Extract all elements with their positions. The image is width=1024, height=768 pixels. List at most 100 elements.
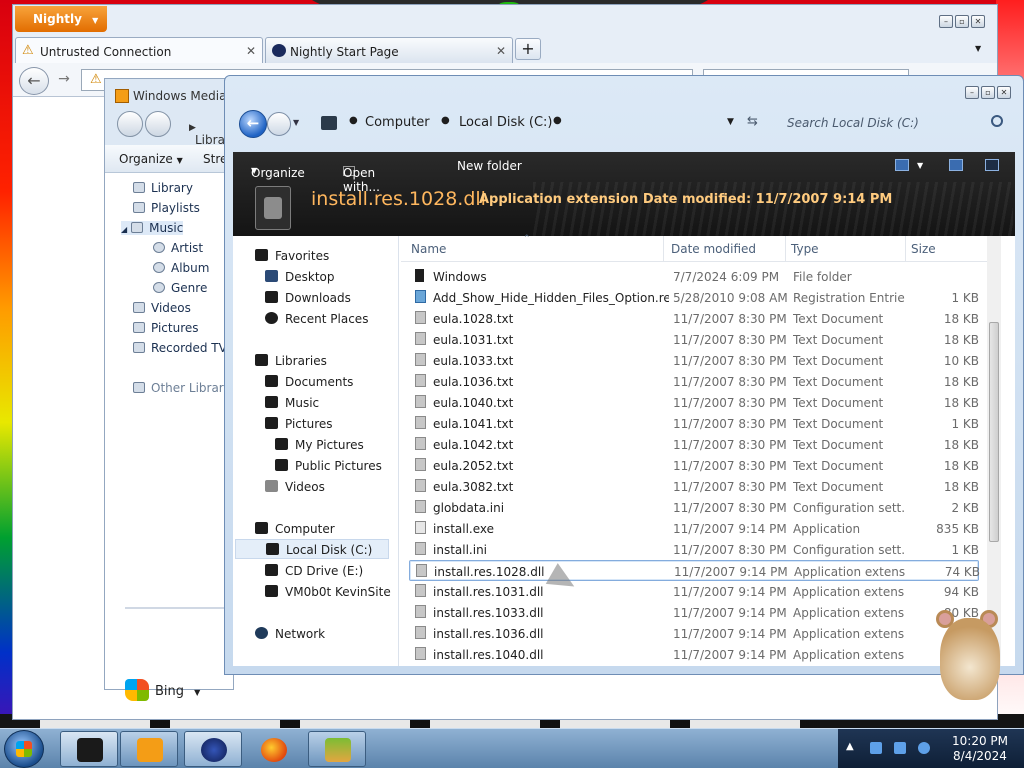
file-row[interactable]: install.res.1036.dll 11/7/2007 9:14 PM App… (409, 623, 979, 644)
file-row[interactable]: eula.3082.txt 11/7/2007 8:30 PM Text Docum… (409, 476, 979, 497)
taskbar-nightly[interactable] (184, 731, 242, 767)
close-tab-icon[interactable]: ✕ (496, 44, 506, 58)
preview-pane-icon[interactable] (949, 159, 963, 171)
address-dropdown-icon[interactable]: ▼ (727, 117, 734, 127)
file-row[interactable]: eula.2052.txt 11/7/2007 8:30 PM Text Docum… (409, 455, 979, 476)
media-nav-genre[interactable]: Genre (153, 281, 207, 295)
desktop-icon (265, 270, 278, 282)
file-row[interactable]: install.ini 11/7/2007 8:30 PM Configuratio… (409, 539, 979, 560)
clock[interactable]: 10:20 PM 8/4/2024 (942, 734, 1018, 764)
tab-nightly-start-page[interactable]: Nightly Start Page ✕ (265, 37, 513, 63)
file-row[interactable]: globdata.ini 11/7/2007 8:30 PM Configurati… (409, 497, 979, 518)
column-headers: Name ⌃ Date modified Type Size (401, 234, 1001, 262)
media-nav-artist[interactable]: Artist (153, 241, 203, 255)
minimize-button[interactable]: – (965, 86, 979, 99)
taskbar-hamster-app[interactable] (308, 731, 366, 767)
media-nav-album[interactable]: Album (153, 261, 209, 275)
maximize-button[interactable]: ▫ (981, 86, 995, 99)
file-row[interactable]: install.res.1031.dll 11/7/2007 9:14 PM App… (409, 581, 979, 602)
file-row[interactable]: install.res.1033.dll 11/7/2007 9:14 PM App… (409, 602, 979, 623)
column-type[interactable]: Type (791, 242, 819, 256)
nav-local-disk[interactable]: Local Disk (C:) (235, 539, 389, 559)
new-tab-button[interactable]: + (515, 38, 541, 60)
tab-untrusted-connection[interactable]: ⚠ Untrusted Connection ✕ (15, 37, 263, 63)
minimize-button[interactable]: – (939, 15, 953, 28)
forward-button[interactable]: → (53, 71, 75, 91)
refresh-icon[interactable]: ⇆ (747, 114, 758, 129)
new-folder-button[interactable]: New folder (457, 159, 522, 173)
nav-label: Downloads (285, 291, 351, 305)
media-nav-library[interactable]: Library (133, 181, 193, 195)
file-row[interactable]: eula.1033.txt 11/7/2007 8:30 PM Text Docum… (409, 350, 979, 371)
breadcrumb-separator-icon: ● (349, 115, 358, 126)
file-name: eula.1031.txt (433, 333, 514, 347)
chevron-down-icon[interactable]: ▼ (917, 161, 923, 170)
column-name[interactable]: Name (411, 242, 446, 256)
search-icon[interactable] (991, 115, 1003, 127)
file-row[interactable]: Windows 7/7/2024 6:09 PM File folder (409, 266, 979, 287)
explorer-window: – ▫ ✕ ← ▼ ● Computer ● Local Disk (C:) ●… (224, 75, 1024, 675)
column-size[interactable]: Size (911, 242, 936, 256)
taskbar-explorer[interactable] (60, 731, 118, 767)
column-divider[interactable] (905, 236, 906, 262)
file-row[interactable]: eula.1028.txt 11/7/2007 8:30 PM Text Docum… (409, 308, 979, 329)
volume-tray-icon[interactable] (918, 742, 930, 754)
organize-label: Organize (119, 152, 173, 166)
media-nav-videos[interactable]: Videos (133, 301, 191, 315)
file-row[interactable]: eula.1042.txt 11/7/2007 8:30 PM Text Docum… (409, 434, 979, 455)
forward-button[interactable] (267, 112, 291, 136)
breadcrumb-local-disk[interactable]: Local Disk (C:) (459, 115, 552, 130)
file-type: Text Document (793, 354, 884, 368)
recent-pages-icon[interactable]: ▼ (293, 118, 299, 127)
file-type: Text Document (793, 459, 884, 473)
file-row[interactable]: eula.1036.txt 11/7/2007 8:30 PM Text Docum… (409, 371, 979, 392)
hamster-app-icon (325, 738, 351, 762)
close-button[interactable]: ✕ (971, 15, 985, 28)
column-divider[interactable] (785, 236, 786, 262)
file-size: 18 KB (943, 438, 979, 452)
close-button[interactable]: ✕ (997, 86, 1011, 99)
media-nav-music[interactable]: ◢ Music (121, 221, 184, 235)
network-tray-icon[interactable] (894, 742, 906, 754)
bing-search[interactable]: Bing ▼ (125, 679, 200, 701)
back-button[interactable]: ← (19, 67, 49, 95)
media-library-nav: Library Playlists ◢ Music Artist Album Ge… (105, 173, 241, 701)
media-nav-playlists[interactable]: Playlists (133, 201, 200, 215)
change-view-icon[interactable] (895, 159, 909, 171)
file-row[interactable]: Add_Show_Hide_Hidden_Files_Option.reg 5/2… (409, 287, 979, 308)
file-row[interactable]: install.exe 11/7/2007 9:14 PM Application 8… (409, 518, 979, 539)
column-date-modified[interactable]: Date modified (671, 242, 756, 256)
file-row[interactable]: install.res.1028.dll 11/7/2007 9:14 PM App… (409, 560, 980, 581)
tray-app-icon[interactable] (870, 742, 882, 754)
back-button[interactable] (117, 111, 143, 137)
file-date-modified: 11/7/2007 8:30 PM (673, 501, 787, 515)
file-name: eula.1042.txt (433, 438, 514, 452)
start-button[interactable] (4, 730, 44, 768)
organize-button[interactable]: Organize ▼ (119, 152, 183, 166)
close-tab-icon[interactable]: ✕ (246, 44, 256, 58)
breadcrumb-computer[interactable]: Computer (365, 115, 430, 130)
file-row[interactable]: eula.1031.txt 11/7/2007 8:30 PM Text Docum… (409, 329, 979, 350)
back-button[interactable]: ← (239, 110, 267, 138)
file-row[interactable]: eula.1040.txt 11/7/2007 8:30 PM Text Docum… (409, 392, 979, 413)
file-row[interactable]: eula.1041.txt 11/7/2007 8:30 PM Text Docum… (409, 413, 979, 434)
file-type: Text Document (793, 480, 884, 494)
media-nav-recorded-tv[interactable]: Recorded TV (133, 341, 227, 355)
forward-button[interactable] (145, 111, 171, 137)
tab-list-icon[interactable]: ▼ (975, 44, 981, 53)
search-input[interactable]: Search Local Disk (C:) (777, 110, 1009, 136)
folder-icon (275, 438, 288, 450)
maximize-button[interactable]: ▫ (955, 15, 969, 28)
scrollbar-thumb[interactable] (989, 322, 999, 542)
file-name: eula.1041.txt (433, 417, 514, 431)
media-nav-pictures[interactable]: Pictures (133, 321, 199, 335)
show-hidden-icons-icon[interactable]: ▲ (846, 741, 854, 752)
file-row[interactable]: install.res.1040.dll 11/7/2007 9:14 PM App… (409, 644, 979, 665)
taskbar-media-player[interactable] (120, 731, 178, 767)
column-divider[interactable] (663, 236, 664, 262)
breadcrumb[interactable]: ● Computer ● Local Disk (C:) ● ▼ ⇆ (313, 110, 783, 136)
taskbar-firefox[interactable] (244, 731, 302, 767)
file-size: 1 KB (951, 417, 979, 431)
nightly-menu-button[interactable]: Nightly ▼ (15, 6, 107, 32)
help-icon[interactable] (985, 159, 999, 171)
